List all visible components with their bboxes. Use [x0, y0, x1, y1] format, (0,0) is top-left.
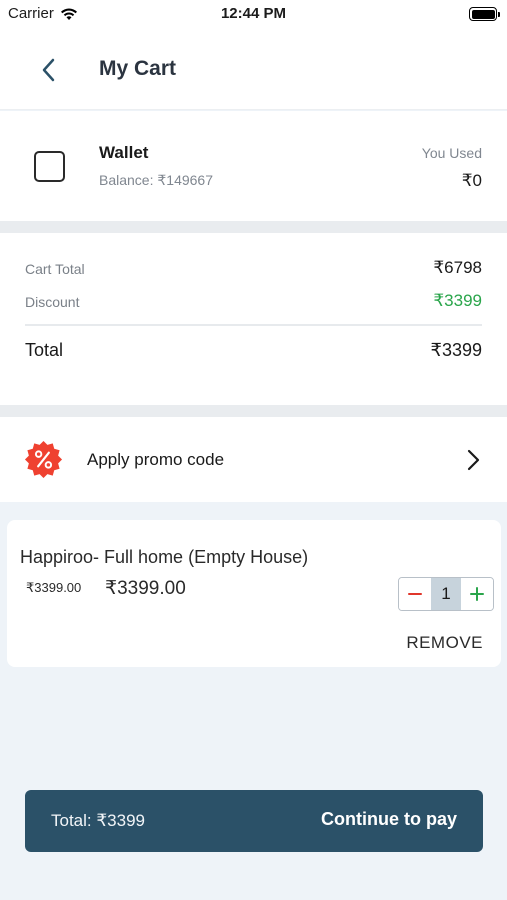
price-summary: Cart Total ₹6798 Discount ₹3399 Total ₹3… [0, 233, 507, 405]
back-button[interactable] [30, 52, 66, 88]
battery-icon [469, 7, 500, 21]
item-title: Happiroo- Full home (Empty House) [20, 547, 309, 567]
app-header: My Cart [0, 30, 507, 110]
wallet-used-label: You Used [421, 145, 482, 161]
item-original-price: ₹3399.00 [26, 580, 82, 595]
cart-total-label: Cart Total [25, 261, 85, 277]
checkout-total: Total: ₹3399 [51, 811, 145, 830]
checkout-bar[interactable]: Total: ₹3399 Continue to pay [25, 790, 483, 852]
section-divider [0, 221, 507, 233]
summary-divider [25, 324, 482, 326]
quantity-stepper: 1 [398, 577, 494, 611]
discount-value: ₹3399 [433, 291, 482, 310]
chevron-left-icon [42, 58, 55, 82]
item-price: ₹3399.00 [105, 578, 186, 599]
status-time: 12:44 PM [220, 5, 287, 22]
percent-badge-icon [24, 440, 63, 479]
section-divider [0, 405, 507, 417]
wallet-section: Wallet Balance: ₹149667 You Used ₹0 [0, 111, 507, 221]
total-label: Total [25, 340, 64, 360]
quantity-value: 1 [431, 578, 461, 610]
wallet-checkbox[interactable] [34, 151, 65, 182]
increase-quantity-button[interactable] [461, 578, 493, 610]
plus-icon [470, 587, 484, 601]
minus-icon [408, 593, 422, 595]
wallet-used-value: ₹0 [461, 171, 482, 190]
cart-item: Happiroo- Full home (Empty House) ₹3399.… [7, 520, 501, 667]
remove-item-button[interactable]: REMOVE [406, 633, 483, 653]
wallet-balance: Balance: ₹149667 [99, 172, 213, 188]
continue-to-pay-button[interactable]: Continue to pay [321, 809, 457, 830]
page-title: My Cart [99, 57, 177, 80]
status-bar: Carrier 12:44 PM [0, 0, 507, 30]
cart-total-value: ₹6798 [433, 258, 482, 277]
promo-label: Apply promo code [87, 450, 225, 469]
decrease-quantity-button[interactable] [399, 578, 431, 610]
total-value: ₹3399 [430, 340, 483, 360]
chevron-right-icon [467, 449, 480, 471]
wallet-label: Wallet [99, 143, 149, 162]
apply-promo-row[interactable]: Apply promo code [0, 417, 507, 502]
discount-label: Discount [25, 294, 80, 310]
